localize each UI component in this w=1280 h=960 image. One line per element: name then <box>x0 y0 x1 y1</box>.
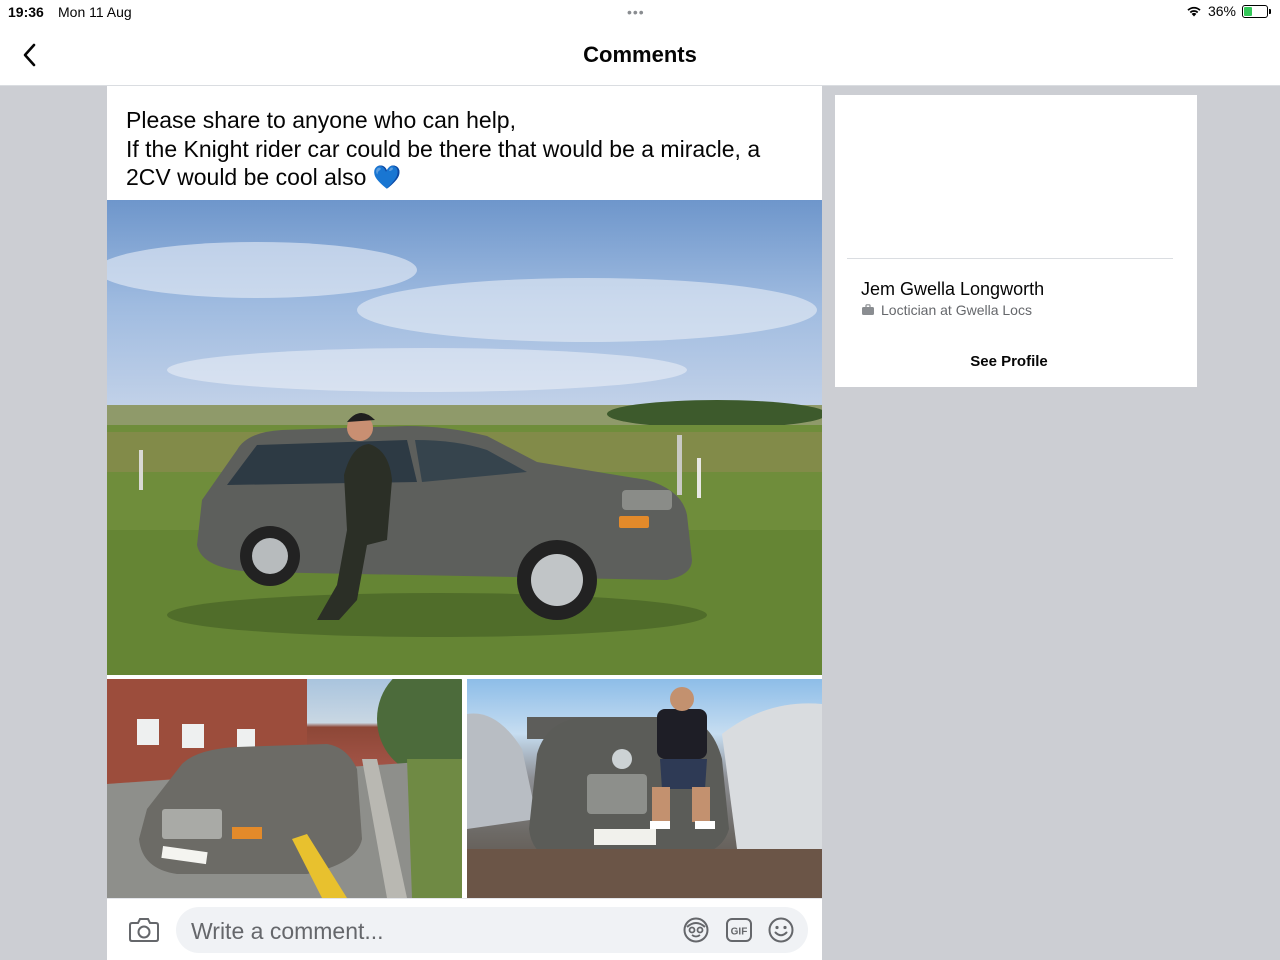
see-profile-button[interactable]: See Profile <box>835 353 1183 370</box>
car-photo-illustration <box>107 679 462 898</box>
gif-icon: GIF <box>726 918 752 942</box>
status-indicators: 36% <box>1186 3 1271 19</box>
gif-label: GIF <box>731 927 748 938</box>
comment-composer: Write a comment... GIF <box>107 898 822 960</box>
profile-cover <box>847 95 1173 259</box>
comment-input[interactable]: Write a comment... GIF <box>176 907 808 953</box>
post-photo-main[interactable] <box>107 200 822 675</box>
post-text-line: 2CV would be cool also 💙 <box>126 163 803 192</box>
camera-button[interactable] <box>129 917 161 945</box>
profile-job-text: Loctician at Gwella Locs <box>881 302 1032 318</box>
profile-name[interactable]: Jem Gwella Longworth <box>861 279 1044 300</box>
post-text-line: Please share to anyone who can help, <box>126 107 516 133</box>
post-photo-3[interactable] <box>467 679 822 898</box>
avatar-sticker-button[interactable] <box>682 916 710 944</box>
blue-heart-emoji: 💙 <box>372 164 402 190</box>
emoji-button[interactable] <box>767 916 795 944</box>
page-title: Comments <box>583 42 697 67</box>
header-bar: Comments <box>0 24 1280 86</box>
profile-card: Jem Gwella Longworth Loctician at Gwella… <box>835 95 1197 387</box>
battery-fill <box>1244 6 1252 16</box>
profile-job: Loctician at Gwella Locs <box>861 302 1032 318</box>
car-photo-illustration <box>467 687 822 898</box>
battery-icon <box>1242 4 1271 18</box>
avatar-sticker-icon <box>683 917 709 943</box>
gif-button[interactable]: GIF <box>725 916 753 944</box>
camera-icon <box>129 918 159 942</box>
wifi-icon <box>1187 6 1201 17</box>
comment-placeholder: Write a comment... <box>191 918 384 944</box>
post-photo-2[interactable] <box>107 679 462 898</box>
smiley-icon <box>768 917 794 943</box>
post-text: Please share to anyone who can help, If … <box>107 86 822 200</box>
multitasking-dots[interactable]: ••• <box>627 4 645 20</box>
post-text-line-text: 2CV would be cool also <box>126 164 367 190</box>
car-photo-illustration <box>107 242 822 675</box>
briefcase-icon <box>862 304 874 315</box>
status-date: Mon 11 Aug <box>58 4 132 20</box>
status-time: 19:36 <box>8 4 44 20</box>
battery-percent: 36% <box>1207 3 1236 19</box>
post-text-line: If the Knight rider car could be there t… <box>126 135 761 162</box>
status-bar: 19:36 Mon 11 Aug ••• 36% <box>0 0 1280 24</box>
post-card: Please share to anyone who can help, If … <box>107 86 822 960</box>
